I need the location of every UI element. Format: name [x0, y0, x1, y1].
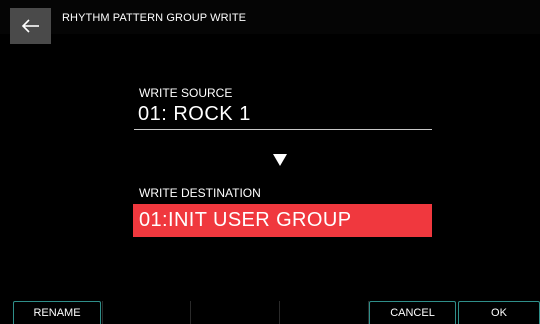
- header-bar: RHYTHM PATTERN GROUP WRITE: [0, 0, 540, 44]
- rhythm-pattern-group-write-screen: RHYTHM PATTERN GROUP WRITE WRITE SOURCE …: [0, 0, 540, 324]
- cancel-button-label: CANCEL: [390, 307, 435, 319]
- arrow-left-icon: [21, 19, 41, 33]
- write-source-label: WRITE SOURCE: [139, 86, 233, 100]
- cancel-button[interactable]: CANCEL: [369, 301, 456, 324]
- ok-button[interactable]: OK: [458, 301, 540, 324]
- write-destination-field[interactable]: 01:INIT USER GROUP: [133, 204, 432, 237]
- footer-divider: [190, 301, 191, 324]
- page-title: RHYTHM PATTERN GROUP WRITE: [62, 12, 247, 24]
- ok-button-label: OK: [491, 307, 507, 319]
- rename-button-label: RENAME: [33, 307, 81, 319]
- write-source-value: 01: ROCK 1: [138, 103, 251, 125]
- write-source-underline: [134, 129, 432, 130]
- write-destination-label: WRITE DESTINATION: [139, 186, 261, 200]
- footer-divider: [279, 301, 280, 324]
- write-destination-value: 01:INIT USER GROUP: [139, 209, 352, 231]
- triangle-down-icon: [273, 154, 287, 166]
- back-button[interactable]: [10, 8, 51, 44]
- rename-button[interactable]: RENAME: [13, 301, 101, 324]
- footer-divider: [102, 301, 103, 324]
